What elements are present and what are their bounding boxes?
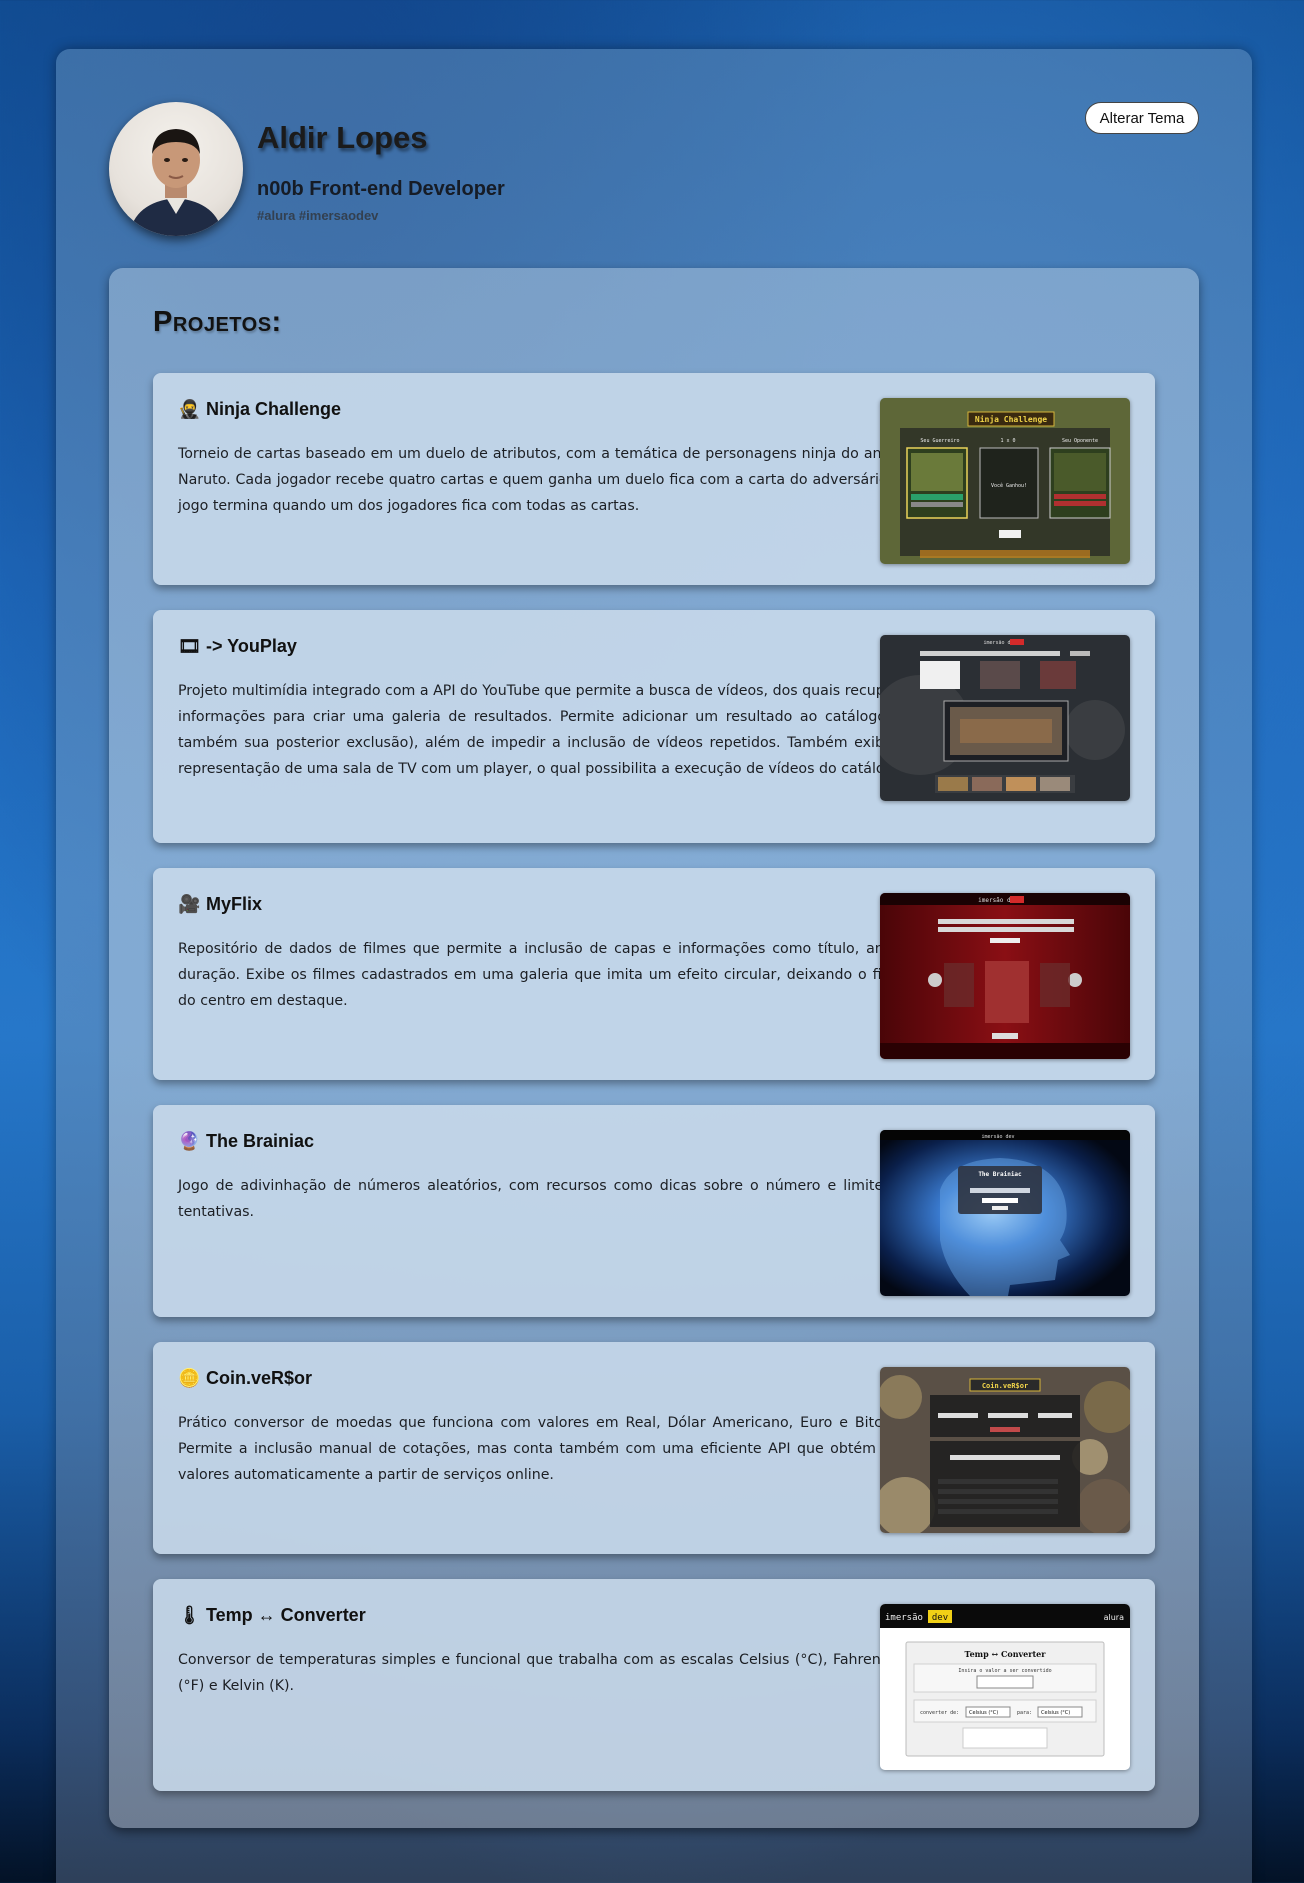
svg-text:1 x 0: 1 x 0 bbox=[1000, 438, 1015, 444]
change-theme-button[interactable]: Alterar Tema bbox=[1085, 102, 1199, 134]
avatar bbox=[109, 102, 243, 236]
project-description: Conversor de temperaturas simples e func… bbox=[178, 1652, 908, 1694]
project-screenshot[interactable]: imersão dev bbox=[880, 893, 1130, 1059]
svg-text:Seu Guerreiro: Seu Guerreiro bbox=[920, 438, 959, 444]
project-title-row: 🎥 MyFlix bbox=[178, 894, 262, 915]
svg-text:Você Ganhou!: Você Ganhou! bbox=[991, 482, 1027, 489]
svg-text:Coin.veR$or: Coin.veR$or bbox=[982, 1382, 1028, 1390]
profile-name: Aldir Lopes bbox=[257, 120, 428, 155]
svg-text:Seu Oponente: Seu Oponente bbox=[1062, 438, 1098, 444]
project-title-row: 🪙 Coin.veR$or bbox=[178, 1368, 312, 1389]
svg-text:converter de:: converter de: bbox=[920, 1710, 959, 1716]
svg-text:imersão dev: imersão dev bbox=[981, 1134, 1014, 1140]
project-title[interactable]: Coin.veR$or bbox=[206, 1368, 312, 1389]
project-screenshot[interactable]: imersão dev The Brainiac bbox=[880, 1130, 1130, 1296]
svg-text:The Brainiac: The Brainiac bbox=[978, 1171, 1022, 1178]
project-description: Prático conversor de moedas que funciona… bbox=[178, 1415, 908, 1483]
profile-role: n00b Front-end Developer bbox=[257, 178, 505, 200]
project-title[interactable]: The Brainiac bbox=[206, 1131, 314, 1152]
thermometer-icon: 🌡 bbox=[178, 1605, 201, 1625]
svg-text:dev: dev bbox=[932, 1613, 948, 1623]
svg-text:Celsius (°C): Celsius (°C) bbox=[1041, 1710, 1070, 1716]
project-card-ninja-challenge[interactable]: 🥷 Ninja Challenge Torneio de cartas base… bbox=[153, 373, 1155, 585]
projects-title: Projetos: bbox=[153, 306, 282, 338]
film-icon: 🎞 bbox=[178, 636, 201, 656]
project-title[interactable]: -> YouPlay bbox=[206, 636, 297, 657]
project-title-row: 🌡 Temp ↔ Converter bbox=[178, 1605, 366, 1626]
profile-header: Aldir Lopes n00b Front-end Developer #al… bbox=[109, 102, 1199, 242]
projects-panel: Projetos: 🥷 Ninja Challenge Torneio de c… bbox=[109, 268, 1199, 1828]
project-card-the-brainiac[interactable]: 🔮 The Brainiac Jogo de adivinhação de nú… bbox=[153, 1105, 1155, 1317]
project-screenshot[interactable]: Ninja Challenge Seu Guerreiro 1 x 0 Seu … bbox=[880, 398, 1130, 564]
crystal-ball-icon: 🔮 bbox=[178, 1131, 201, 1151]
project-title[interactable]: MyFlix bbox=[206, 894, 262, 915]
ninja-icon: 🥷 bbox=[178, 399, 201, 419]
svg-text:para:: para: bbox=[1017, 1710, 1032, 1716]
svg-text:Celsius (°C): Celsius (°C) bbox=[969, 1710, 998, 1716]
project-title-row: 🔮 The Brainiac bbox=[178, 1131, 314, 1152]
project-description: Projeto multimídia integrado com a API d… bbox=[178, 683, 908, 777]
project-screenshot[interactable]: imersão dev alura Temp ↔ Converter Insir… bbox=[880, 1604, 1130, 1770]
project-card-youplay[interactable]: 🎞 -> YouPlay Projeto multimídia integrad… bbox=[153, 610, 1155, 843]
project-description: Torneio de cartas baseado em um duelo de… bbox=[178, 446, 908, 514]
project-screenshot[interactable]: Coin.veR$or bbox=[880, 1367, 1130, 1533]
thumb-title: Ninja Challenge bbox=[975, 414, 1047, 424]
avatar-photo bbox=[129, 129, 223, 236]
project-description: Repositório de dados de filmes que permi… bbox=[178, 941, 908, 1009]
project-card-temp-converter[interactable]: 🌡 Temp ↔ Converter Conversor de temperat… bbox=[153, 1579, 1155, 1791]
project-title[interactable]: Temp ↔ Converter bbox=[206, 1605, 366, 1626]
coin-icon: 🪙 bbox=[178, 1368, 201, 1388]
svg-text:imersão: imersão bbox=[885, 1613, 923, 1623]
project-card-myflix[interactable]: 🎥 MyFlix Repositório de dados de filmes … bbox=[153, 868, 1155, 1080]
project-description: Jogo de adivinhação de números aleatório… bbox=[178, 1178, 908, 1220]
project-card-coin-versor[interactable]: 🪙 Coin.veR$or Prático conversor de moeda… bbox=[153, 1342, 1155, 1554]
project-title-row: 🥷 Ninja Challenge bbox=[178, 399, 341, 420]
page-container: Aldir Lopes n00b Front-end Developer #al… bbox=[56, 49, 1252, 1883]
svg-text:alura: alura bbox=[1104, 1613, 1124, 1622]
profile-tags: #alura #imersaodev bbox=[257, 208, 379, 223]
project-title[interactable]: Ninja Challenge bbox=[206, 399, 341, 420]
project-screenshot[interactable]: imersão dev bbox=[880, 635, 1130, 801]
svg-text:Temp ↔ Converter: Temp ↔ Converter bbox=[965, 1649, 1047, 1659]
project-title-row: 🎞 -> YouPlay bbox=[178, 636, 297, 657]
svg-text:Insira o valor a ser convertid: Insira o valor a ser convertido bbox=[958, 1668, 1051, 1674]
movie-camera-icon: 🎥 bbox=[178, 894, 201, 914]
